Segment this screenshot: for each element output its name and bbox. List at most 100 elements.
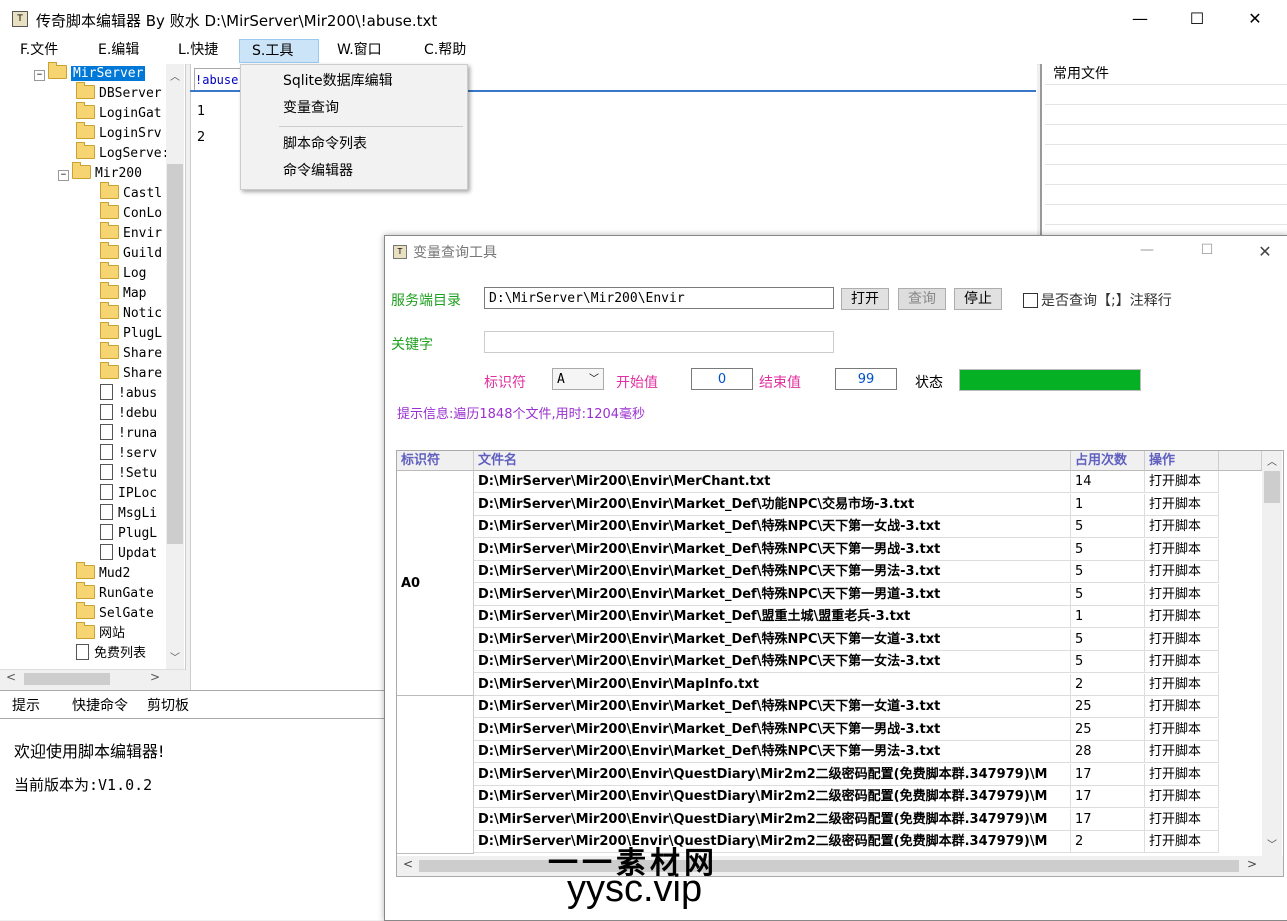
identifier-select[interactable]: A ﹀ <box>552 368 604 390</box>
tree-node[interactable]: LoginSrv <box>76 122 162 144</box>
collapse-icon[interactable]: − <box>58 170 69 181</box>
tree-node[interactable]: !serv <box>100 444 157 464</box>
tree-node[interactable]: !Setu <box>100 464 157 484</box>
dialog-maximize-button[interactable]: ☐ <box>1187 242 1227 258</box>
scroll-left-icon[interactable]: < <box>403 857 413 871</box>
tree-node[interactable]: Guild <box>100 242 162 264</box>
stop-button[interactable]: 停止 <box>954 288 1002 310</box>
scroll-down-icon[interactable]: ﹀ <box>1267 836 1277 851</box>
end-value-input[interactable]: 99 <box>835 368 897 390</box>
menu-shortcut[interactable]: L.快捷 <box>166 38 230 63</box>
tree-hscroll-thumb[interactable] <box>24 673 110 685</box>
tree-node[interactable]: DBServer <box>76 82 162 104</box>
open-script-link[interactable]: 打开脚本 <box>1145 651 1219 673</box>
tree-node[interactable]: ConLo <box>100 202 162 224</box>
tree-node[interactable]: − MirServer <box>34 62 146 84</box>
open-script-link[interactable]: 打开脚本 <box>1145 763 1219 786</box>
menu-item-sqlite-editor[interactable]: Sqlite数据库编辑 <box>283 68 393 94</box>
dialog-close-button[interactable]: ✕ <box>1245 242 1285 261</box>
tree-node[interactable]: LoginGat <box>76 102 162 124</box>
table-vertical-scrollbar[interactable]: ︿ ﹀ <box>1262 451 1282 856</box>
tree-node[interactable]: !abus <box>100 384 157 404</box>
editor-tab[interactable]: !abuse <box>194 68 244 91</box>
table-row[interactable]: D:\MirServer\Mir200\Envir\Market_Def\特殊N… <box>474 696 1282 719</box>
file-tree[interactable]: − MirServer DBServer LoginGat LoginSrv LogSer… <box>0 62 186 670</box>
open-script-link[interactable]: 打开脚本 <box>1145 561 1219 583</box>
tree-node[interactable]: Notic <box>100 302 162 324</box>
header-action[interactable]: 操作 <box>1145 451 1219 471</box>
minimize-button[interactable]: — <box>1117 6 1163 32</box>
tree-node[interactable]: Castl <box>100 182 162 204</box>
tab-clipboard[interactable]: 剪切板 <box>141 694 195 718</box>
open-script-link[interactable]: 打开脚本 <box>1145 786 1219 808</box>
menu-help[interactable]: C.帮助 <box>412 38 478 63</box>
scroll-right-icon[interactable]: > <box>150 670 160 684</box>
header-identifier[interactable]: 标识符 <box>397 451 474 471</box>
collapse-icon[interactable]: − <box>34 70 45 81</box>
open-script-link[interactable]: 打开脚本 <box>1145 696 1219 718</box>
tab-shortcut-commands[interactable]: 快捷命令 <box>66 694 134 718</box>
tree-scroll-thumb[interactable] <box>167 164 183 544</box>
open-button[interactable]: 打开 <box>841 288 889 310</box>
tree-node[interactable]: 网站 <box>76 622 125 644</box>
tree-node[interactable]: !runa <box>100 424 157 444</box>
open-script-link[interactable]: 打开脚本 <box>1145 516 1219 538</box>
menu-edit[interactable]: E.编辑 <box>86 38 151 63</box>
table-row[interactable]: D:\MirServer\Mir200\Envir\Market_Def\特殊N… <box>474 538 1282 562</box>
table-row[interactable]: D:\MirServer\Mir200\Envir\QuestDiary\Mir… <box>474 808 1282 832</box>
menu-file[interactable]: F.文件 <box>8 38 70 63</box>
tree-node[interactable]: Mud2 <box>76 562 130 584</box>
close-button[interactable]: ✕ <box>1232 6 1278 32</box>
tree-node[interactable]: SelGate <box>76 602 154 624</box>
table-row[interactable]: D:\MirServer\Mir200\Envir\MapInfo.txt 2 打开… <box>474 673 1282 697</box>
scroll-up-icon[interactable]: ︿ <box>170 68 180 83</box>
open-script-link[interactable]: 打开脚本 <box>1145 471 1219 493</box>
open-script-link[interactable]: 打开脚本 <box>1145 718 1219 741</box>
scroll-up-icon[interactable]: ︿ <box>1267 453 1277 468</box>
comment-checkbox[interactable] <box>1023 293 1038 308</box>
menu-item-variable-query[interactable]: 变量查询 <box>283 95 339 121</box>
keyword-input[interactable] <box>484 331 834 353</box>
table-row[interactable]: D:\MirServer\Mir200\Envir\MerChant.txt 14… <box>474 471 1282 494</box>
open-script-link[interactable]: 打开脚本 <box>1145 628 1219 651</box>
table-row[interactable]: D:\MirServer\Mir200\Envir\Market_Def\特殊N… <box>474 561 1282 584</box>
table-row[interactable]: D:\MirServer\Mir200\Envir\Market_Def\盟重土… <box>474 606 1282 629</box>
table-row[interactable]: D:\MirServer\Mir200\Envir\Market_Def\功能N… <box>474 493 1282 517</box>
table-row[interactable]: D:\MirServer\Mir200\Envir\Market_Def\特殊N… <box>474 583 1282 607</box>
open-script-link[interactable]: 打开脚本 <box>1145 538 1219 561</box>
table-horizontal-scrollbar[interactable]: < > <box>397 856 1283 876</box>
tree-horizontal-scrollbar[interactable]: < > <box>0 669 185 688</box>
menu-window[interactable]: W.窗口 <box>325 38 394 63</box>
tree-node[interactable]: PlugL <box>100 524 157 544</box>
tree-node[interactable]: Envir <box>100 222 162 244</box>
results-table[interactable]: 标识符 文件名 占用次数 操作 A0 D:\MirServer\Mir200\En… <box>396 450 1284 877</box>
table-row[interactable]: D:\MirServer\Mir200\Envir\Market_Def\特殊N… <box>474 516 1282 539</box>
open-script-link[interactable]: 打开脚本 <box>1145 583 1219 606</box>
tree-node[interactable]: Updat <box>100 544 157 564</box>
table-row[interactable]: D:\MirServer\Mir200\Envir\Market_Def\特殊N… <box>474 628 1282 652</box>
header-count[interactable]: 占用次数 <box>1071 451 1145 471</box>
open-script-link[interactable]: 打开脚本 <box>1145 741 1219 763</box>
table-row[interactable]: D:\MirServer\Mir200\Envir\Market_Def\特殊N… <box>474 651 1282 674</box>
open-script-link[interactable]: 打开脚本 <box>1145 673 1219 696</box>
dialog-minimize-button[interactable]: — <box>1127 242 1167 258</box>
scroll-right-icon[interactable]: > <box>1247 857 1257 871</box>
tree-node[interactable]: Share <box>100 362 162 384</box>
scroll-down-icon[interactable]: ﹀ <box>170 649 180 664</box>
open-script-link[interactable]: 打开脚本 <box>1145 606 1219 628</box>
tree-node[interactable]: 免费列表 <box>76 644 146 664</box>
tree-node[interactable]: − Mir200 <box>58 162 142 184</box>
table-row[interactable]: D:\MirServer\Mir200\Envir\Market_Def\特殊N… <box>474 741 1282 764</box>
start-value-input[interactable]: 0 <box>691 368 753 390</box>
scroll-left-icon[interactable]: < <box>6 670 16 684</box>
tree-vertical-scrollbar[interactable]: ︿ ﹀ <box>166 64 184 670</box>
tree-node[interactable]: Share <box>100 342 162 364</box>
menu-tools[interactable]: S.工具 <box>239 39 319 63</box>
menu-item-command-editor[interactable]: 命令编辑器 <box>283 158 353 184</box>
maximize-button[interactable]: ☐ <box>1174 6 1220 32</box>
tree-node[interactable]: IPLoc <box>100 484 157 504</box>
tree-node[interactable]: Log <box>100 262 146 284</box>
server-dir-input[interactable]: D:\MirServer\Mir200\Envir <box>484 287 834 309</box>
table-row[interactable]: D:\MirServer\Mir200\Envir\Market_Def\特殊N… <box>474 718 1282 742</box>
table-scroll-thumb[interactable] <box>1264 471 1280 503</box>
